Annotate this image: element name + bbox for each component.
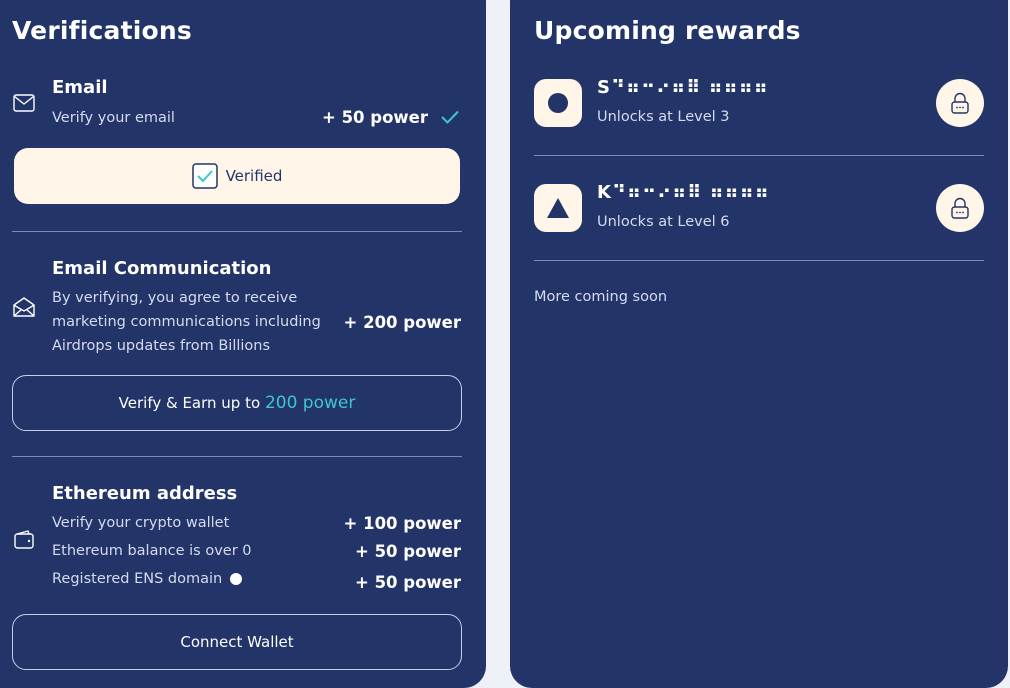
ethereum-item-3-label: Registered ENS domain xyxy=(52,571,223,587)
section-divider xyxy=(12,456,462,457)
reward-2-lock-button[interactable] xyxy=(936,184,984,232)
connect-wallet-label: Connect Wallet xyxy=(180,633,294,651)
ethereum-item-2-power: + 50 power xyxy=(355,542,461,561)
ethereum-title: Ethereum address xyxy=(52,483,238,504)
reward-2-name: K⠙⠶⠒⠔⠶⠿ ⠶⠶⠶⠶ xyxy=(597,182,770,203)
connect-wallet-button[interactable]: Connect Wallet xyxy=(12,614,462,670)
reward-1-name: S⠙⠶⠒⠔⠶⠿ ⠶⠶⠶⠶ xyxy=(597,77,769,98)
circle-icon xyxy=(548,93,568,113)
check-icon xyxy=(441,110,459,124)
section-divider xyxy=(12,231,462,232)
triangle-icon xyxy=(547,198,569,218)
lock-icon xyxy=(951,197,969,219)
verifications-title: Verifications xyxy=(12,16,192,45)
verify-earn-label: Verify & Earn up to xyxy=(118,394,261,412)
email-communication-title: Email Communication xyxy=(52,258,272,279)
email-description: Verify your email xyxy=(52,110,175,126)
reward-divider xyxy=(534,155,984,156)
email-communication-line-2: marketing communications including xyxy=(52,314,321,330)
email-communication-power: + 200 power xyxy=(343,313,461,332)
verify-earn-highlight: 200 power xyxy=(264,393,356,413)
reward-1-tile xyxy=(534,79,582,127)
email-verified-button[interactable]: Verified xyxy=(14,148,460,204)
ethereum-item-1-label: Verify your crypto wallet xyxy=(52,515,230,531)
verified-label: Verified xyxy=(225,167,283,185)
lock-icon xyxy=(951,92,969,114)
reward-1-lock-button[interactable] xyxy=(936,79,984,127)
checkbox-checked-icon xyxy=(191,163,218,189)
upcoming-rewards-panel xyxy=(510,0,1008,688)
reward-1-unlock: Unlocks at Level 3 xyxy=(597,109,730,125)
ethereum-item-2-label: Ethereum balance is over 0 xyxy=(52,543,252,559)
open-envelope-icon xyxy=(13,297,35,317)
upcoming-rewards-title: Upcoming rewards xyxy=(534,16,801,45)
more-coming-soon: More coming soon xyxy=(534,289,668,305)
reward-2-tile xyxy=(534,184,582,232)
verify-earn-button[interactable]: Verify & Earn up to 200 power xyxy=(12,375,462,431)
email-title: Email xyxy=(52,77,108,98)
reward-divider xyxy=(534,260,984,261)
email-power: + 50 power xyxy=(322,108,428,127)
ethereum-item-1-power: + 100 power xyxy=(343,514,461,533)
ethereum-item-3-power: + 50 power xyxy=(355,573,461,592)
email-communication-line-3: Airdrops updates from Billions xyxy=(52,338,271,354)
info-dot-icon[interactable] xyxy=(230,573,242,585)
envelope-icon xyxy=(13,94,35,112)
reward-2-unlock: Unlocks at Level 6 xyxy=(597,214,730,230)
email-communication-line-1: By verifying, you agree to receive xyxy=(52,290,298,306)
wallet-icon xyxy=(14,530,34,549)
